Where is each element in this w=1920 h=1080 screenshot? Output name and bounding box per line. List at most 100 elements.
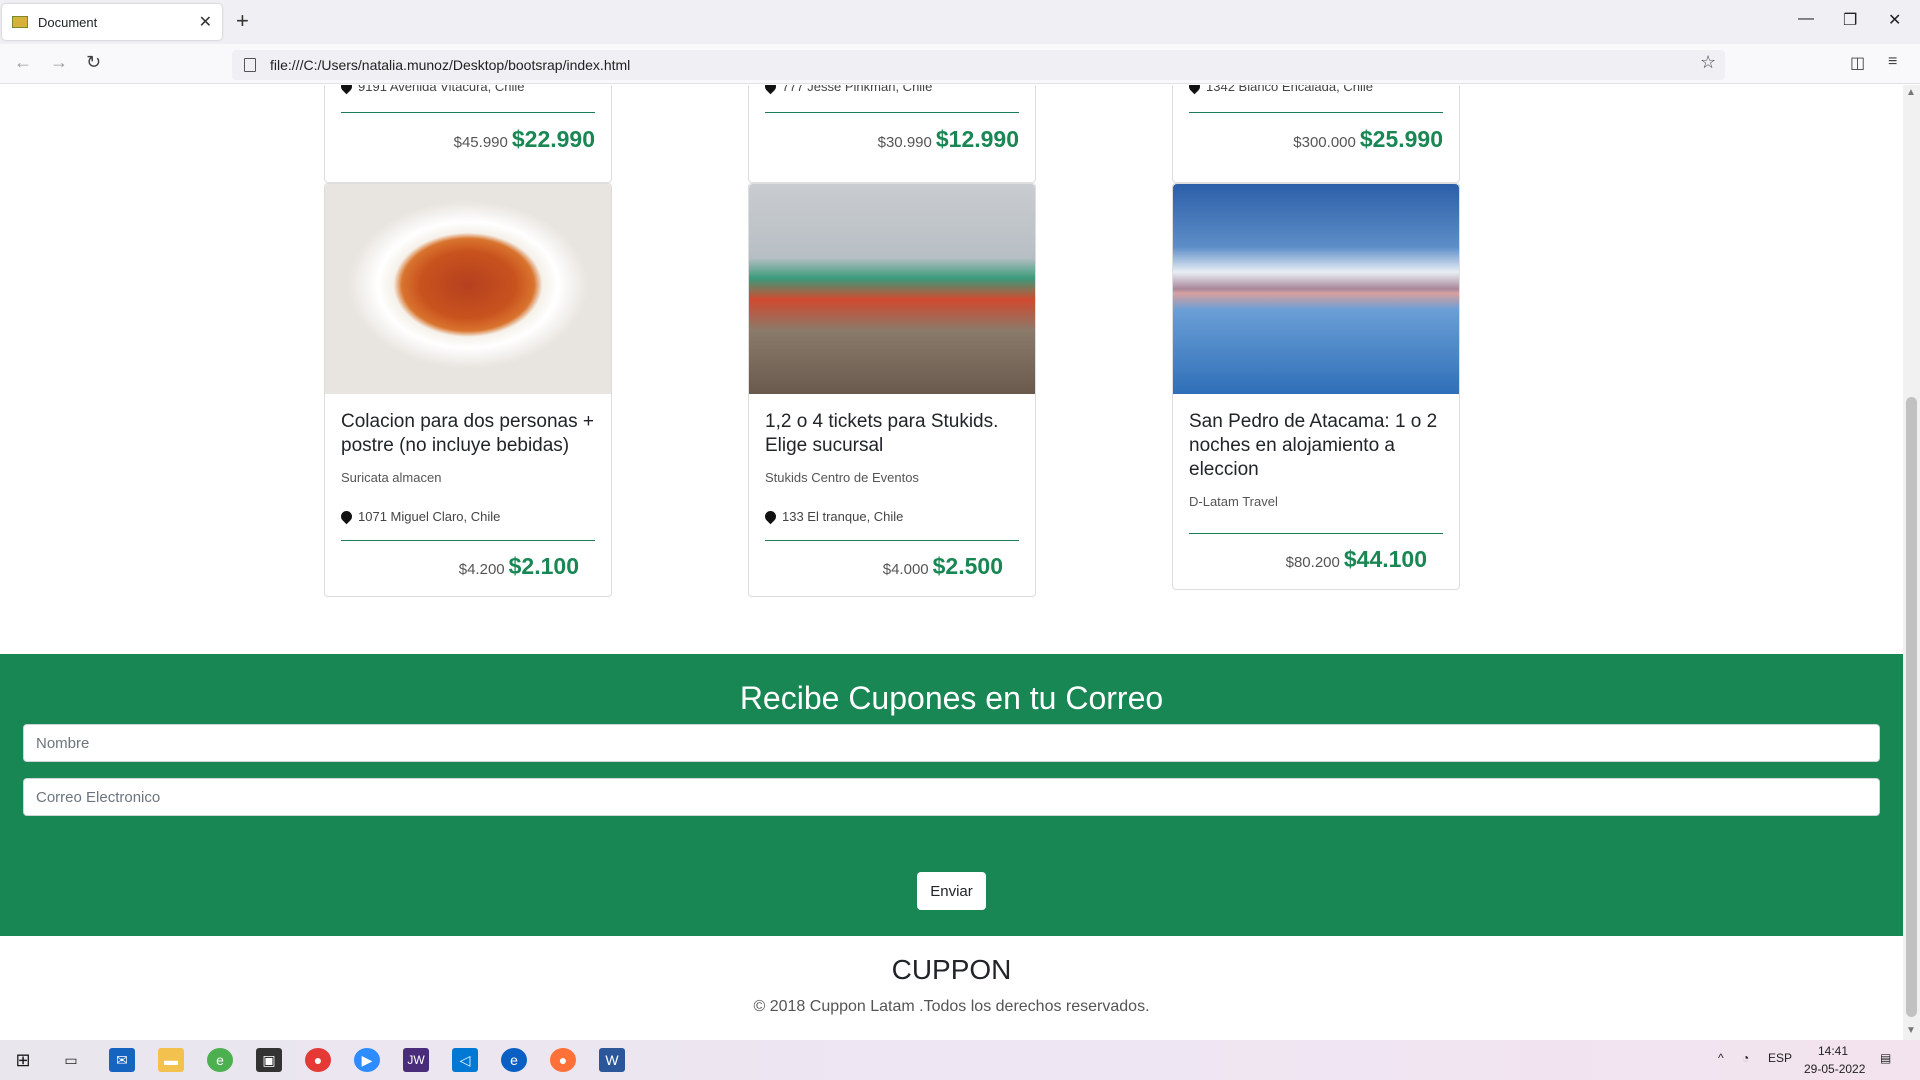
new-price: $2.500 xyxy=(932,553,1003,579)
atacama-landscape-image xyxy=(1173,184,1459,394)
divider xyxy=(341,540,595,541)
old-price: $30.990 xyxy=(877,134,932,151)
card-vendor: D-Latam Travel xyxy=(1189,494,1278,509)
card-location: 1342 Blanco Encalada, Chile xyxy=(1186,85,1373,95)
card-title: Colacion para dos personas + postre (no … xyxy=(341,411,594,456)
divider xyxy=(341,112,595,113)
card-location: 1071 Miguel Claro, Chile xyxy=(338,508,595,525)
footer-brand: CUPPON xyxy=(891,954,1012,985)
divider xyxy=(1189,112,1443,113)
deal-card[interactable]: 1,2 o 4 tickets para Stukids. Elige sucu… xyxy=(748,183,1036,597)
forward-icon[interactable]: → xyxy=(50,52,68,73)
map-pin-icon xyxy=(338,508,355,525)
old-price: $80.200 xyxy=(1285,554,1340,571)
bookmark-star-icon[interactable]: ☆ xyxy=(1700,52,1716,73)
top-card[interactable]: 777 Jesse Pinkman, Chile $30.990 $12.990 xyxy=(748,85,1036,183)
edge-icon[interactable]: e xyxy=(501,1048,527,1072)
card-prices: $4.200 $2.100 xyxy=(341,553,595,580)
footer: CUPPON © 2018 Cuppon Latam .Todos los de… xyxy=(0,936,1903,1016)
card-prices: $30.990 $12.990 xyxy=(878,126,1019,153)
map-pin-icon xyxy=(762,85,779,95)
newsletter-section: Recibe Cupones en tu Correo Nombre Corre… xyxy=(0,654,1903,936)
new-price: $2.100 xyxy=(508,553,579,579)
minimize-icon[interactable]: — xyxy=(1798,10,1814,28)
windows-taskbar: ⊞ ▭ ✉ ▬ e ▣ ● ▶ JW ◁ e ● W ^ ◔ ESP 14:41… xyxy=(0,1040,1920,1080)
card-location: 133 El tranque, Chile xyxy=(762,508,1019,525)
favicon-icon xyxy=(12,16,28,28)
tray-chevron-icon[interactable]: ^ xyxy=(1718,1051,1724,1065)
submit-button[interactable]: Enviar xyxy=(917,872,986,910)
map-pin-icon xyxy=(1186,85,1203,95)
page-scrollbar[interactable]: ▲ ▼ xyxy=(1903,85,1920,1040)
amusement-park-image xyxy=(749,184,1035,394)
notifications-icon[interactable]: ▤ xyxy=(1880,1051,1891,1065)
back-icon[interactable]: ← xyxy=(14,52,32,73)
scroll-down-icon[interactable]: ▼ xyxy=(1906,1025,1916,1036)
menu-icon[interactable]: ≡ xyxy=(1888,53,1897,71)
footer-copyright: © 2018 Cuppon Latam .Todos los derechos … xyxy=(753,998,1150,1015)
card-location: 777 Jesse Pinkman, Chile xyxy=(762,85,932,95)
task-view-icon[interactable]: ▭ xyxy=(58,1048,84,1072)
old-price: $4.000 xyxy=(882,561,929,578)
ie-icon[interactable]: e xyxy=(207,1048,233,1072)
new-price: $12.990 xyxy=(935,126,1019,152)
windows-start-icon[interactable]: ⊞ xyxy=(10,1048,36,1072)
pocket-icon[interactable]: ◫ xyxy=(1850,53,1865,73)
card-title: San Pedro de Atacama: 1 o 2 noches en al… xyxy=(1189,411,1438,480)
jw-icon[interactable]: JW xyxy=(403,1048,429,1072)
email-input[interactable]: Correo Electronico xyxy=(23,778,1880,816)
browser-nav-bar: ← → ↻ file:///C:/Users/natalia.munoz/Des… xyxy=(0,44,1920,84)
store-icon[interactable]: ▣ xyxy=(256,1048,282,1072)
tab-document[interactable]: Document ✕ xyxy=(2,4,222,40)
card-prices: $80.200 $44.100 xyxy=(1189,546,1443,573)
chrome-icon[interactable]: ● xyxy=(305,1048,331,1072)
pasta-image xyxy=(325,184,611,394)
card-vendor: Suricata almacen xyxy=(341,470,442,485)
divider xyxy=(1189,533,1443,534)
mail-icon[interactable]: ✉ xyxy=(109,1048,135,1072)
file-explorer-icon[interactable]: ▬ xyxy=(158,1048,184,1072)
deal-card[interactable]: San Pedro de Atacama: 1 o 2 noches en al… xyxy=(1172,183,1460,590)
deal-card[interactable]: Colacion para dos personas + postre (no … xyxy=(324,183,612,597)
page-icon xyxy=(244,58,256,72)
scroll-thumb[interactable] xyxy=(1906,397,1917,1017)
card-prices: $4.000 $2.500 xyxy=(765,553,1019,580)
top-card[interactable]: 9191 Avenida Vitacura, Chile $45.990 $22.… xyxy=(324,85,612,183)
restore-icon[interactable]: ❐ xyxy=(1843,10,1857,30)
network-icon[interactable]: ◔ xyxy=(1742,1051,1749,1065)
new-tab-icon[interactable]: + xyxy=(236,8,249,34)
card-vendor: Stukids Centro de Eventos xyxy=(765,470,919,485)
scroll-up-icon[interactable]: ▲ xyxy=(1906,87,1916,98)
old-price: $300.000 xyxy=(1293,134,1356,151)
reload-icon[interactable]: ↻ xyxy=(86,52,101,73)
map-pin-icon xyxy=(338,85,355,95)
new-price: $44.100 xyxy=(1343,546,1427,572)
close-window-icon[interactable]: ✕ xyxy=(1888,10,1901,30)
new-price: $25.990 xyxy=(1359,126,1443,152)
clock-date[interactable]: 29-05-2022 xyxy=(1804,1062,1865,1076)
top-card[interactable]: 1342 Blanco Encalada, Chile $300.000 $25.… xyxy=(1172,85,1460,183)
card-prices: $300.000 $25.990 xyxy=(1293,126,1443,153)
address-bar[interactable]: file:///C:/Users/natalia.munoz/Desktop/b… xyxy=(232,50,1725,80)
divider xyxy=(765,540,1019,541)
new-price: $22.990 xyxy=(511,126,595,152)
card-prices: $45.990 $22.990 xyxy=(454,126,595,153)
close-tab-icon[interactable]: ✕ xyxy=(199,12,212,32)
card-location: 9191 Avenida Vitacura, Chile xyxy=(338,85,524,95)
divider xyxy=(765,112,1019,113)
word-icon[interactable]: W xyxy=(599,1048,625,1072)
clock-time[interactable]: 14:41 xyxy=(1818,1044,1848,1058)
vscode-icon[interactable]: ◁ xyxy=(452,1048,478,1072)
old-price: $4.200 xyxy=(458,561,505,578)
zoom-icon[interactable]: ▶ xyxy=(354,1048,380,1072)
map-pin-icon xyxy=(762,508,779,525)
newsletter-title: Recibe Cupones en tu Correo xyxy=(739,680,1164,716)
browser-tab-bar: Document ✕ + — ❐ ✕ xyxy=(0,0,1920,44)
old-price: $45.990 xyxy=(453,134,508,151)
firefox-icon[interactable]: ● xyxy=(550,1048,576,1072)
url-text: file:///C:/Users/natalia.munoz/Desktop/b… xyxy=(270,57,631,73)
card-title: 1,2 o 4 tickets para Stukids. Elige sucu… xyxy=(765,411,999,456)
name-input[interactable]: Nombre xyxy=(23,724,1880,762)
tab-title: Document xyxy=(38,14,98,30)
language-indicator[interactable]: ESP xyxy=(1768,1051,1792,1065)
